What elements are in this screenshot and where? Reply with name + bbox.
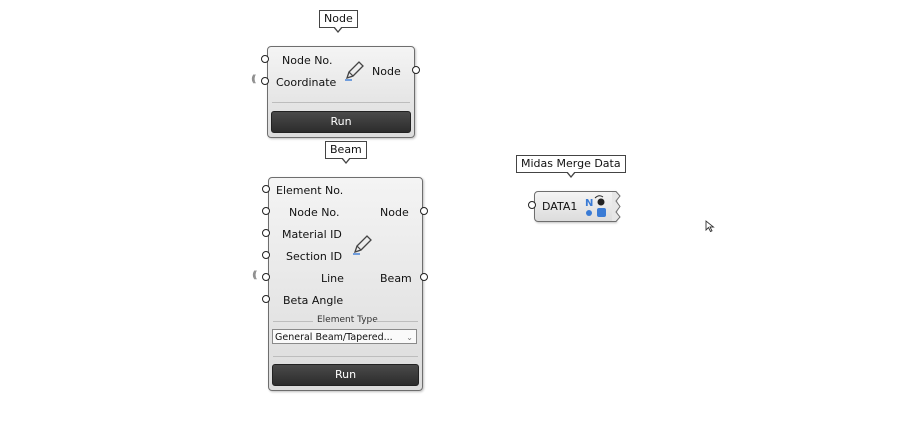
- grasshopper-canvas[interactable]: Node Node No. Coordinate Node Run ((( Be…: [0, 0, 907, 424]
- element-type-label: Element Type: [317, 315, 378, 325]
- chevron-down-icon: ⌄: [406, 333, 413, 342]
- merge-component-title-bubble: Midas Merge Data: [516, 155, 626, 178]
- beam-input-grip-node-no[interactable]: [262, 207, 270, 215]
- beam-input-beta-angle: Beta Angle: [283, 294, 344, 307]
- beam-component-title-bubble: Beam: [325, 141, 367, 164]
- node-component-title-bubble: Node: [319, 10, 358, 33]
- merge-output-zigzag: [612, 191, 621, 222]
- beam-output-node: Node: [380, 206, 409, 219]
- beam-output-grip-beam[interactable]: [420, 273, 428, 281]
- beam-input-grip-material-id[interactable]: [262, 229, 270, 237]
- node-input-node-no: Node No.: [282, 54, 333, 67]
- beam-input-grip-line[interactable]: [262, 273, 270, 281]
- node-run-label: Run: [330, 115, 352, 128]
- node-run-button[interactable]: Run: [271, 111, 411, 133]
- merge-component-title: Midas Merge Data: [521, 157, 621, 170]
- beam-input-grip-element-no[interactable]: [262, 185, 270, 193]
- beam-output-beam: Beam: [380, 272, 412, 285]
- node-input-grip-node-no[interactable]: [261, 55, 269, 63]
- beam-input-grip-section-id[interactable]: [262, 251, 270, 259]
- node-output-node: Node: [372, 65, 401, 78]
- pencil-icon: [345, 61, 364, 81]
- element-type-value: General Beam/Tapered...: [275, 332, 393, 343]
- beam-run-button[interactable]: Run: [272, 364, 419, 386]
- svg-text:N: N: [585, 198, 593, 209]
- node-input-grip-coordinate[interactable]: [261, 77, 269, 85]
- beam-component-title: Beam: [330, 143, 362, 156]
- node-separator: [272, 102, 410, 103]
- merge-input-grip-data1[interactable]: [528, 201, 536, 209]
- mouse-cursor-icon: [705, 220, 715, 233]
- beam-input-grip-beta-angle[interactable]: [262, 295, 270, 303]
- beam-component[interactable]: Element No. Node No. Material ID Section…: [268, 177, 423, 391]
- beam-input-section-id: Section ID: [286, 250, 343, 263]
- merge-input-data1: DATA1: [542, 200, 578, 213]
- node-input-coordinate: Coordinate: [276, 76, 337, 89]
- element-type-separator-right: [376, 321, 418, 322]
- node-output-grip[interactable]: [412, 66, 420, 74]
- midas-merge-icon: N: [585, 195, 606, 217]
- beam-input-element-no: Element No.: [276, 184, 344, 197]
- beam-output-grip-node[interactable]: [420, 207, 428, 215]
- element-type-dropdown[interactable]: General Beam/Tapered... ⌄: [272, 329, 417, 344]
- beam-separator: [273, 356, 418, 357]
- node-component-title: Node: [324, 12, 353, 25]
- merge-component[interactable]: DATA1 N: [534, 191, 616, 222]
- beam-input-line: Line: [321, 272, 344, 285]
- pencil-icon: [353, 235, 372, 255]
- beam-input-node-no: Node No.: [289, 206, 340, 219]
- element-type-separator-left: [273, 321, 313, 322]
- node-component[interactable]: Node No. Coordinate Node Run: [267, 46, 415, 138]
- beam-input-material-id: Material ID: [282, 228, 342, 241]
- coordinate-wire-indicator: (((: [251, 74, 256, 85]
- beam-run-label: Run: [334, 368, 357, 381]
- line-wire-indicator: (((: [252, 270, 257, 281]
